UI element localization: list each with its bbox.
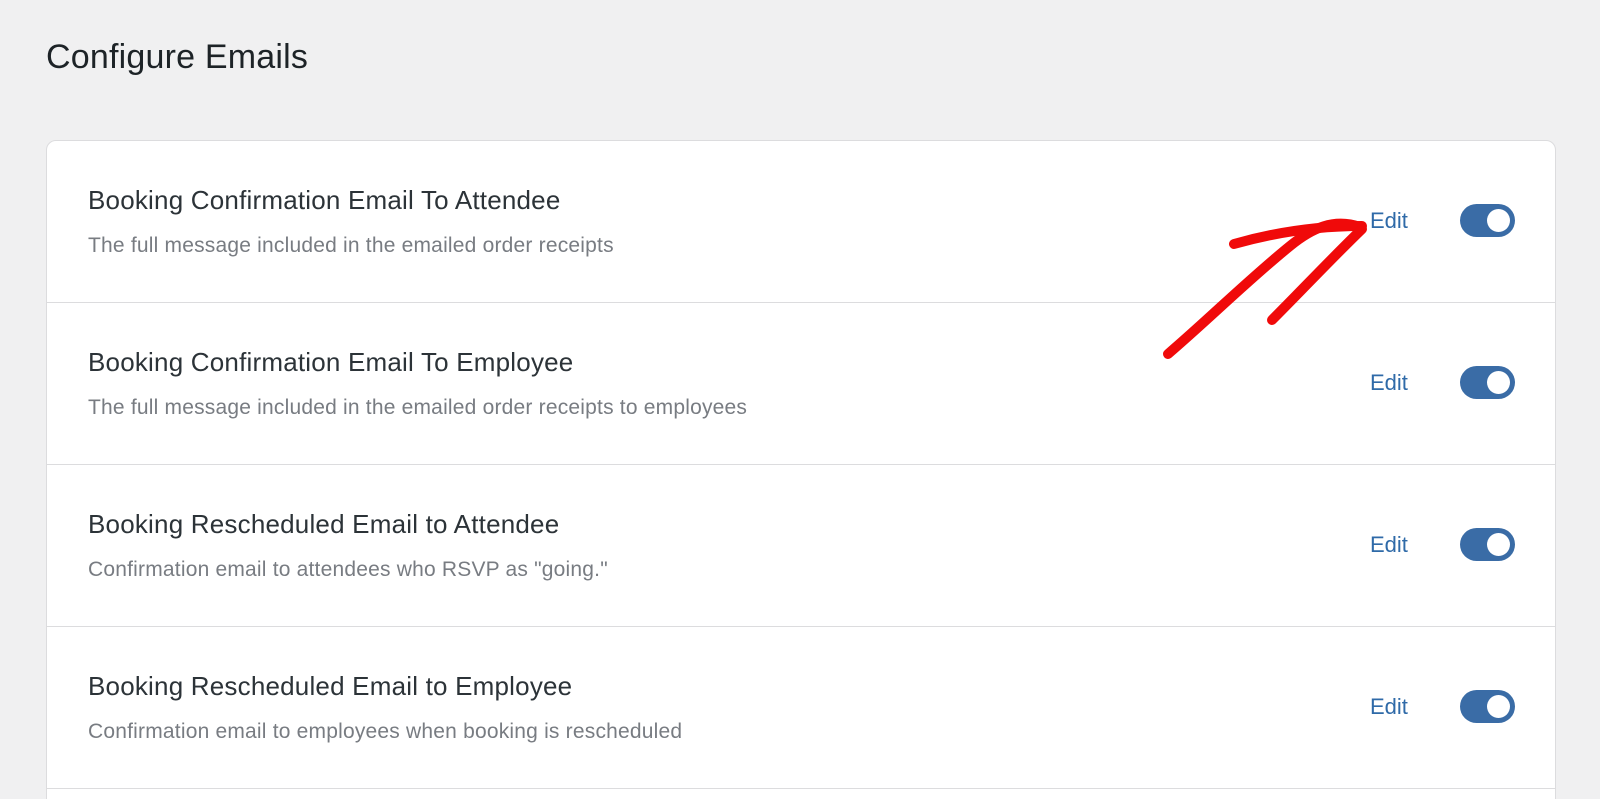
edit-link[interactable]: Edit [1370,532,1408,558]
email-description: Confirmation email to employees when boo… [88,720,683,743]
email-title: Booking Rescheduled Email to Attendee [88,509,560,539]
email-settings-card: Booking Confirmation Email To Attendee T… [46,140,1556,799]
enable-toggle[interactable] [1460,204,1515,237]
email-row-booking-confirmation-attendee: Booking Confirmation Email To Attendee T… [47,141,1555,303]
page-title: Configure Emails [46,38,309,76]
email-description: The full message included in the emailed… [88,234,614,257]
enable-toggle[interactable] [1460,690,1515,723]
toggle-knob [1487,695,1510,718]
toggle-knob [1487,371,1510,394]
email-row-booking-confirmation-employee: Booking Confirmation Email To Employee T… [47,303,1555,465]
configure-emails-page: Configure Emails Booking Confirmation Em… [0,0,1600,799]
enable-toggle[interactable] [1460,366,1515,399]
email-description: The full message included in the emailed… [88,396,748,419]
enable-toggle[interactable] [1460,528,1515,561]
email-title: Booking Rescheduled Email to Employee [88,671,573,701]
email-title: Booking Confirmation Email To Attendee [88,185,561,215]
email-description: Confirmation email to attendees who RSVP… [88,558,608,581]
edit-link[interactable]: Edit [1370,208,1408,234]
email-title: Booking Confirmation Email To Employee [88,347,574,377]
edit-link[interactable]: Edit [1370,370,1408,396]
toggle-knob [1487,209,1510,232]
email-row-booking-rescheduled-employee: Booking Rescheduled Email to Employee Co… [47,627,1555,789]
toggle-knob [1487,533,1510,556]
email-row-booking-rescheduled-attendee: Booking Rescheduled Email to Attendee Co… [47,465,1555,627]
edit-link[interactable]: Edit [1370,694,1408,720]
